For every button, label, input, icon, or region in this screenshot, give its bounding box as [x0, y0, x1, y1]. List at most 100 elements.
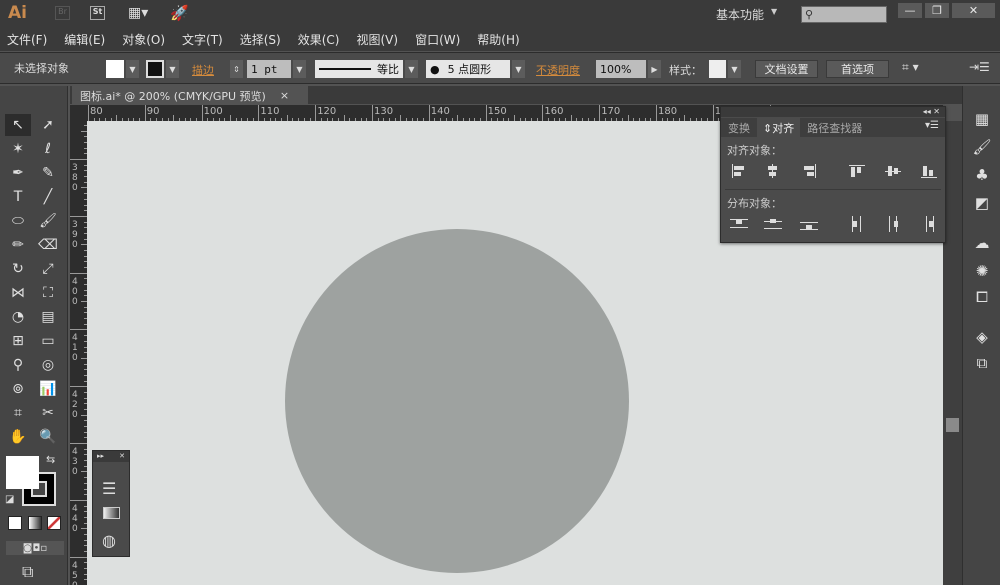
gradient-mode-icon[interactable] [28, 516, 42, 530]
ellipse-tool-icon[interactable]: ⬭ [5, 210, 31, 232]
mesh-tool-icon[interactable]: ⊞ [5, 330, 31, 352]
fill-color-swatch[interactable] [6, 456, 39, 489]
distribute-top-icon[interactable] [729, 215, 749, 233]
menu-file[interactable]: 文件(F) [7, 31, 47, 48]
profile-dropdown[interactable]: ▼ [405, 60, 418, 78]
restore-button[interactable]: ❐ [924, 2, 950, 19]
curvature-tool-icon[interactable]: ✎ [35, 162, 61, 184]
stroke-weight-input[interactable]: 1 pt [247, 60, 291, 78]
default-colors-icon[interactable]: ◪ [5, 494, 14, 505]
magic-wand-tool-icon[interactable]: ✶ [5, 138, 31, 160]
screen-mode-icon[interactable]: ⧉ [22, 562, 33, 582]
stroke-swatch[interactable] [146, 60, 164, 78]
menu-object[interactable]: 对象(O) [122, 31, 165, 48]
tab-pathfinder[interactable]: 路径查找器 [800, 118, 869, 137]
panel-menu-icon[interactable]: ▾☰ [919, 118, 945, 137]
brush-dropdown[interactable]: ▼ [512, 60, 525, 78]
blend-tool-icon[interactable]: ◎ [35, 354, 61, 376]
variable-width-profile[interactable]: 等比 [315, 60, 403, 78]
color-mode-icon[interactable] [8, 516, 22, 530]
minimize-button[interactable]: — [897, 2, 923, 19]
align-bottom-icon[interactable] [919, 162, 939, 180]
stroke-panel-icon[interactable]: ☰ [102, 479, 116, 498]
gpu-performance-icon[interactable]: 🚀 [170, 4, 189, 22]
distribute-horizontal-center-icon[interactable] [883, 215, 903, 233]
column-graph-tool-icon[interactable]: 📊 [35, 378, 61, 400]
stroke-stepper[interactable]: ⇕ [230, 60, 243, 78]
eyedropper-tool-icon[interactable]: ⚲ [5, 354, 31, 376]
opacity-input[interactable]: 100% [596, 60, 646, 78]
tab-align[interactable]: ⇕对齐 [757, 118, 801, 137]
scale-tool-icon[interactable]: ⤢ [35, 258, 61, 280]
menu-edit[interactable]: 编辑(E) [64, 31, 105, 48]
eraser-tool-icon[interactable]: ⌫ [35, 234, 61, 256]
stroke-label[interactable]: 描边 [192, 62, 214, 78]
stroke-dropdown[interactable]: ▼ [166, 60, 179, 78]
brush-definition[interactable]: ● 5 点圆形 [426, 60, 510, 78]
panel-menu-icon[interactable]: ⇥☰ [969, 60, 990, 74]
align-vertical-center-icon[interactable] [883, 162, 903, 180]
artboards-icon[interactable]: ⧉ [970, 352, 994, 374]
document-setup-button[interactable]: 文档设置 [755, 60, 818, 78]
type-tool-icon[interactable]: T [5, 186, 31, 208]
chevron-down-icon[interactable]: ▼ [771, 7, 777, 16]
tab-transform[interactable]: 变换 [721, 118, 757, 137]
menu-type[interactable]: 文字(T) [182, 31, 223, 48]
free-transform-tool-icon[interactable]: ⛶ [35, 282, 61, 304]
document-tab[interactable]: 图标.ai* @ 200% (CMYK/GPU 预览) × [72, 86, 308, 105]
pencil-tool-icon[interactable]: ✏ [5, 234, 31, 256]
shape-builder-tool-icon[interactable]: ◔ [5, 306, 31, 328]
drawing-modes-icon[interactable]: ◙◘▫ [6, 541, 64, 555]
distribute-vertical-center-icon[interactable] [763, 215, 783, 233]
perspective-grid-tool-icon[interactable]: ▤ [35, 306, 61, 328]
transparency-panel-icon[interactable]: ◍ [102, 531, 116, 550]
slice-tool-icon[interactable]: ✂ [35, 402, 61, 424]
rotate-tool-icon[interactable]: ↻ [5, 258, 31, 280]
swap-colors-icon[interactable]: ⇆ [46, 453, 55, 466]
selection-tool-icon[interactable]: ↖ [5, 114, 31, 136]
symbol-sprayer-tool-icon[interactable]: ⊚ [5, 378, 31, 400]
direct-selection-tool-icon[interactable]: ➚ [35, 114, 61, 136]
menu-help[interactable]: 帮助(H) [477, 31, 519, 48]
close-tab-icon[interactable]: × [280, 89, 289, 102]
panel-header[interactable]: ◂◂ ✕ [721, 107, 945, 117]
menu-window[interactable]: 窗口(W) [415, 31, 460, 48]
opacity-slider-button[interactable]: ▶ [648, 60, 661, 78]
isolate-selection-icon[interactable]: ⌗ ▾ [902, 60, 919, 75]
vertical-ruler[interactable]: 380 390 400 410 420 430 440 450 [70, 121, 87, 585]
zoom-tool-icon[interactable]: 🔍 [35, 426, 61, 448]
stock-button[interactable]: St [90, 6, 105, 20]
style-dropdown[interactable]: ▼ [728, 60, 741, 78]
menu-view[interactable]: 视图(V) [356, 31, 398, 48]
distribute-left-icon[interactable] [847, 215, 867, 233]
graphic-styles-icon[interactable]: ◩ [970, 192, 994, 214]
symbols-icon[interactable]: ♣ [970, 164, 994, 186]
gradient-tool-icon[interactable]: ▭ [35, 330, 61, 352]
bridge-button[interactable]: Br [55, 6, 70, 20]
menu-effect[interactable]: 效果(C) [298, 31, 340, 48]
graphic-style-swatch[interactable] [709, 60, 726, 78]
floating-panel-header[interactable]: ▸▸ ✕ [93, 451, 129, 462]
preferences-button[interactable]: 首选项 [826, 60, 889, 78]
close-button[interactable]: ✕ [951, 2, 996, 19]
none-mode-icon[interactable] [47, 516, 61, 530]
align-right-icon[interactable] [799, 162, 819, 180]
align-horizontal-center-icon[interactable] [763, 162, 783, 180]
workspace-switcher[interactable]: 基本功能 [716, 6, 764, 23]
search-input[interactable]: ⚲ [801, 6, 887, 23]
distribute-right-icon[interactable] [919, 215, 939, 233]
align-top-icon[interactable] [847, 162, 867, 180]
transform-icon[interactable]: ⧠ [970, 286, 994, 308]
gradient-panel-icon[interactable] [103, 507, 120, 519]
menu-select[interactable]: 选择(S) [240, 31, 281, 48]
arrange-documents-icon[interactable]: ▦▾ [128, 5, 148, 21]
appearance-icon[interactable]: ✺ [970, 260, 994, 282]
layers-icon[interactable]: ◈ [970, 326, 994, 348]
hand-tool-icon[interactable]: ✋ [5, 426, 31, 448]
opacity-label[interactable]: 不透明度 [536, 62, 580, 78]
width-tool-icon[interactable]: ⋈ [5, 282, 31, 304]
artboard-tool-icon[interactable]: ⌗ [5, 402, 31, 424]
fill-dropdown[interactable]: ▼ [126, 60, 139, 78]
creative-cloud-libraries-icon[interactable]: ☁ [970, 232, 994, 254]
distribute-bottom-icon[interactable] [799, 215, 819, 233]
